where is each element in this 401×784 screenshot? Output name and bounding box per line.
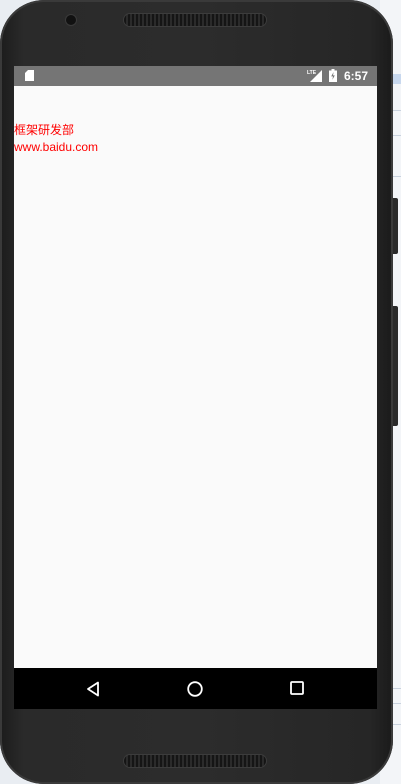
home-icon[interactable] bbox=[187, 681, 203, 697]
bottom-speaker bbox=[124, 755, 266, 767]
device-screen[interactable]: LTE 6:57 框架研发部 www.baidu.com bbox=[14, 66, 377, 709]
url-text: www.baidu.com bbox=[14, 140, 99, 154]
app-content: 框架研发部 www.baidu.com bbox=[14, 122, 98, 156]
phone-frame: LTE 6:57 框架研发部 www.baidu.com bbox=[0, 0, 398, 784]
back-icon[interactable] bbox=[86, 681, 100, 697]
front-camera bbox=[66, 15, 76, 25]
sd-card-icon bbox=[25, 70, 34, 81]
navigation-bar bbox=[14, 668, 377, 709]
recents-icon[interactable] bbox=[290, 681, 304, 695]
battery-charging-icon bbox=[329, 69, 337, 82]
volume-button[interactable] bbox=[393, 198, 398, 254]
svg-text:LTE: LTE bbox=[307, 70, 317, 76]
status-clock: 6:57 bbox=[344, 69, 369, 83]
signal-lte-icon: LTE bbox=[307, 70, 322, 82]
power-button[interactable] bbox=[393, 306, 398, 426]
department-text: 框架研发部 bbox=[14, 123, 75, 137]
status-bar: LTE 6:57 bbox=[14, 66, 377, 86]
top-speaker bbox=[124, 14, 266, 26]
